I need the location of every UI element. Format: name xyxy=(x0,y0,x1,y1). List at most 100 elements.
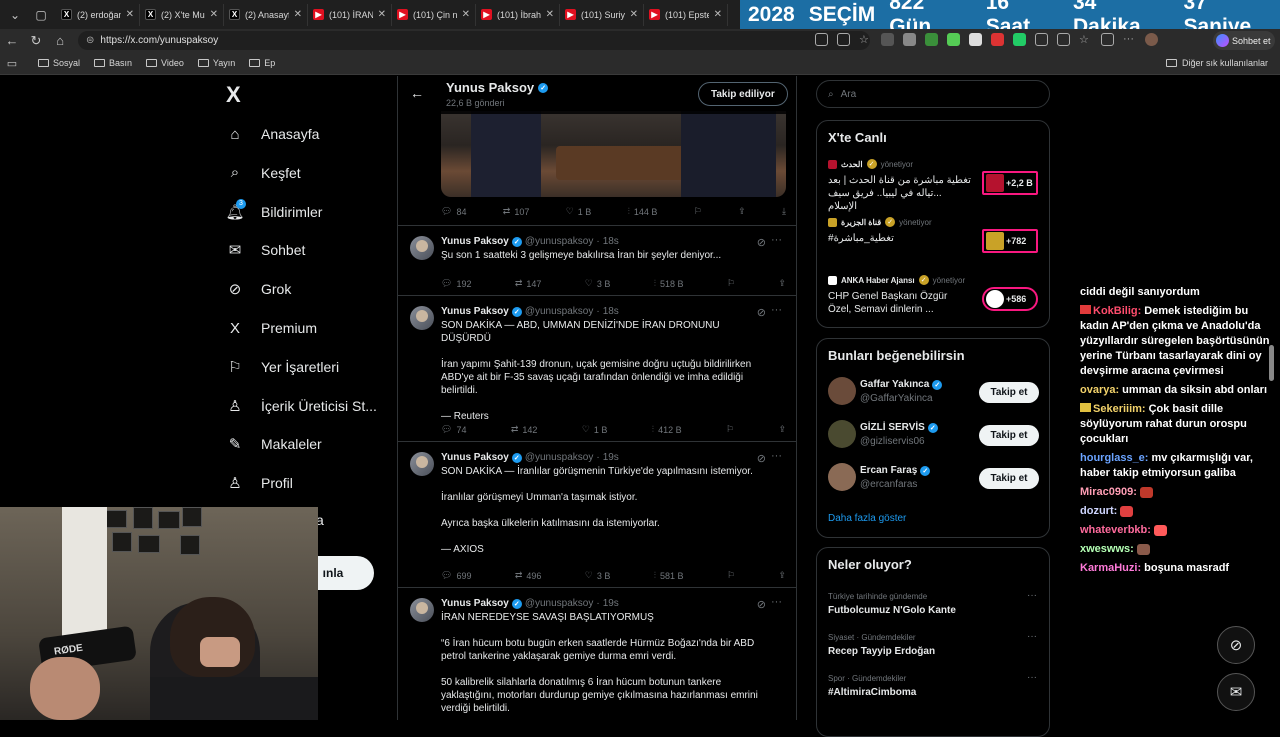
favorites-icon[interactable]: ☆ xyxy=(1079,33,1092,46)
grok-icon[interactable]: ⊘ xyxy=(757,452,766,465)
tweet[interactable]: Yunus Paksoy ✓ @yunuspaksoy · 18s ⊘ ··· Şu son … xyxy=(398,226,796,296)
tab-actions-icon[interactable]: ▢ xyxy=(30,4,52,26)
tweet-time[interactable]: 19s xyxy=(603,452,619,463)
puzzle-icon[interactable] xyxy=(1035,33,1048,46)
browser-tab[interactable]: ▶ (101) Suriye ✕ xyxy=(560,3,644,26)
live-host[interactable]: الحدث ✓ yönetiyor xyxy=(828,159,913,169)
sidebar-item-mail[interactable]: ✉ Sohbet xyxy=(225,240,306,260)
avatar[interactable] xyxy=(828,463,856,491)
grok-floating-button[interactable]: ⊘ xyxy=(1217,626,1255,664)
browser-tab[interactable]: ▶ (101) Epstein ✕ xyxy=(644,3,728,26)
url-bar[interactable]: ⊜ https://x.com/yunuspaksoy xyxy=(78,31,870,50)
avatar[interactable] xyxy=(828,420,856,448)
views-button[interactable]: ⫶ 518 B xyxy=(654,278,684,289)
close-tab-icon[interactable]: ✕ xyxy=(546,9,554,20)
trend-name[interactable]: #AltimiraCimboma xyxy=(828,687,916,698)
tweet-media-image[interactable] xyxy=(441,111,786,197)
share-button[interactable]: ⇪ xyxy=(778,570,786,581)
show-more-link[interactable]: Daha fazla göster xyxy=(828,513,906,524)
live-host[interactable]: ANKA Haber Ajansı ✓ yönetiyor xyxy=(828,275,965,285)
live-host[interactable]: قناة الجزيرة ✓ yönetiyor xyxy=(828,217,932,227)
live-listener-count[interactable]: +2,2 B xyxy=(982,171,1038,195)
like-button[interactable]: ♡ 3 B xyxy=(585,570,611,581)
more-options-icon[interactable]: ··· xyxy=(1027,631,1037,642)
follow-button[interactable]: Takip et xyxy=(979,382,1039,403)
suggested-account-name[interactable]: GİZLİ SERVİS ✓ xyxy=(860,422,938,433)
extension-icon[interactable] xyxy=(947,33,960,46)
reader-icon[interactable] xyxy=(815,33,828,46)
live-listener-count[interactable]: +586 xyxy=(982,287,1038,311)
extension-icon[interactable] xyxy=(903,33,916,46)
like-button[interactable]: ♡ 3 B xyxy=(585,278,611,289)
chat-username[interactable]: dozurt: xyxy=(1080,505,1117,517)
sidebar-item-bell[interactable]: 🔔︎ Bildirimler 3 xyxy=(225,198,322,222)
tweet-author[interactable]: Yunus Paksoy ✓ @yunuspaksoy · 18s xyxy=(441,236,619,247)
profile-avatar[interactable] xyxy=(1145,33,1158,46)
grok-icon[interactable]: ⊘ xyxy=(757,236,766,249)
chat-username[interactable]: Mirac0909: xyxy=(1080,486,1137,498)
avatar[interactable] xyxy=(828,377,856,405)
live-title-text[interactable]: CHP Genel Başkanı Özgür Özel, Semavi din… xyxy=(828,290,973,316)
more-options-icon[interactable]: ··· xyxy=(771,304,782,316)
translate-icon[interactable] xyxy=(837,33,850,46)
tweet-author[interactable]: Yunus Paksoy ✓ @yunuspaksoy · 18s xyxy=(441,306,619,317)
follow-button[interactable]: Takip et xyxy=(979,468,1039,489)
extension-icon[interactable] xyxy=(1013,33,1026,46)
repost-button[interactable]: ⇄ 142 xyxy=(511,424,538,435)
avatar[interactable] xyxy=(410,306,434,330)
share-button[interactable]: ⇪ xyxy=(778,278,786,289)
browser-tab[interactable]: X (2) Anasayfa ✕ xyxy=(224,3,308,26)
sidebar-item-search[interactable]: ⌕ Keşfet xyxy=(225,163,301,183)
suggested-account-name[interactable]: Ercan Faraş ✓ xyxy=(860,465,931,476)
tabs-overview-icon[interactable]: ▭ xyxy=(0,57,24,70)
copilot-chat-button[interactable]: Sohbet et xyxy=(1213,31,1275,50)
split-view-icon[interactable] xyxy=(1057,33,1070,46)
more-options-icon[interactable]: ··· xyxy=(771,596,782,608)
reply-button[interactable]: 💬︎ 192 xyxy=(441,278,471,289)
sidebar-item-studio[interactable]: ♙ İçerik Üreticisi St... xyxy=(225,396,377,416)
close-tab-icon[interactable]: ✕ xyxy=(126,9,134,20)
tweet[interactable]: Yunus Paksoy ✓ @yunuspaksoy · 19s ⊘ ··· İRAN NE… xyxy=(398,588,796,720)
close-tab-icon[interactable]: ✕ xyxy=(378,9,386,20)
sidebar-item-x[interactable]: X Premium xyxy=(225,318,317,338)
site-info-icon[interactable]: ⊜ xyxy=(86,35,94,46)
more-options-icon[interactable]: ··· xyxy=(1027,590,1037,601)
star-icon[interactable]: ☆ xyxy=(859,33,872,46)
avatar[interactable] xyxy=(410,452,434,476)
repost-button[interactable]: ⇄ 147 xyxy=(515,278,542,289)
close-tab-icon[interactable]: ✕ xyxy=(294,9,302,20)
more-options-icon[interactable]: ··· xyxy=(771,450,782,462)
sidebar-item-profile[interactable]: ♙ Profil xyxy=(225,473,293,493)
views-button[interactable]: ⫶ 144 B xyxy=(628,206,658,217)
close-tab-icon[interactable]: ✕ xyxy=(630,9,638,20)
suggested-account-name[interactable]: Gaffar Yakınca ✓ xyxy=(860,379,943,390)
bookmark-folder[interactable]: Sosyal xyxy=(38,58,80,68)
close-tab-icon[interactable]: ✕ xyxy=(714,9,722,20)
tweet-time[interactable]: 18s xyxy=(603,306,619,317)
live-title-text[interactable]: #تغطية_مباشرة xyxy=(828,232,973,245)
live-listener-count[interactable]: +782 xyxy=(982,229,1038,253)
bookmark-folder[interactable]: Video xyxy=(146,58,184,68)
trend-name[interactable]: Futbolcumuz N'Golo Kante xyxy=(828,605,956,616)
reload-icon[interactable]: ↻ xyxy=(24,33,48,49)
back-arrow-icon[interactable]: ← xyxy=(410,85,424,101)
browser-tab[interactable]: ▶ (101) Çin ne ✕ xyxy=(392,3,476,26)
repost-button[interactable]: ⇄ 496 xyxy=(515,570,542,581)
more-icon[interactable]: ··· xyxy=(1123,33,1136,46)
tab-list-chevron-icon[interactable]: ⌄ xyxy=(4,4,26,26)
extension-icon[interactable] xyxy=(991,33,1004,46)
sidebar-item-grok[interactable]: ⊘ Grok xyxy=(225,279,292,299)
tweet-time[interactable]: 18s xyxy=(603,236,619,247)
chat-username[interactable]: ovarya: xyxy=(1080,384,1119,396)
back-arrow-icon[interactable]: ← xyxy=(0,33,24,48)
browser-tab[interactable]: X (2) erdoğan ✕ xyxy=(56,3,140,26)
bookmark-folder[interactable]: Basın xyxy=(94,58,132,68)
close-tab-icon[interactable]: ✕ xyxy=(462,9,470,20)
tweet-author[interactable]: Yunus Paksoy ✓ @yunuspaksoy · 19s xyxy=(441,452,619,463)
collections-icon[interactable] xyxy=(1101,33,1114,46)
extension-icon[interactable] xyxy=(925,33,938,46)
browser-tab[interactable]: ▶ (101) İbrahim ✕ xyxy=(476,3,560,26)
bookmark-folder[interactable]: Ep xyxy=(249,58,275,68)
tweet[interactable]: Yunus Paksoy ✓ @yunuspaksoy · 18s ⊘ ··· SON DAK… xyxy=(398,296,796,442)
chat-username[interactable]: xweswws: xyxy=(1080,543,1134,555)
